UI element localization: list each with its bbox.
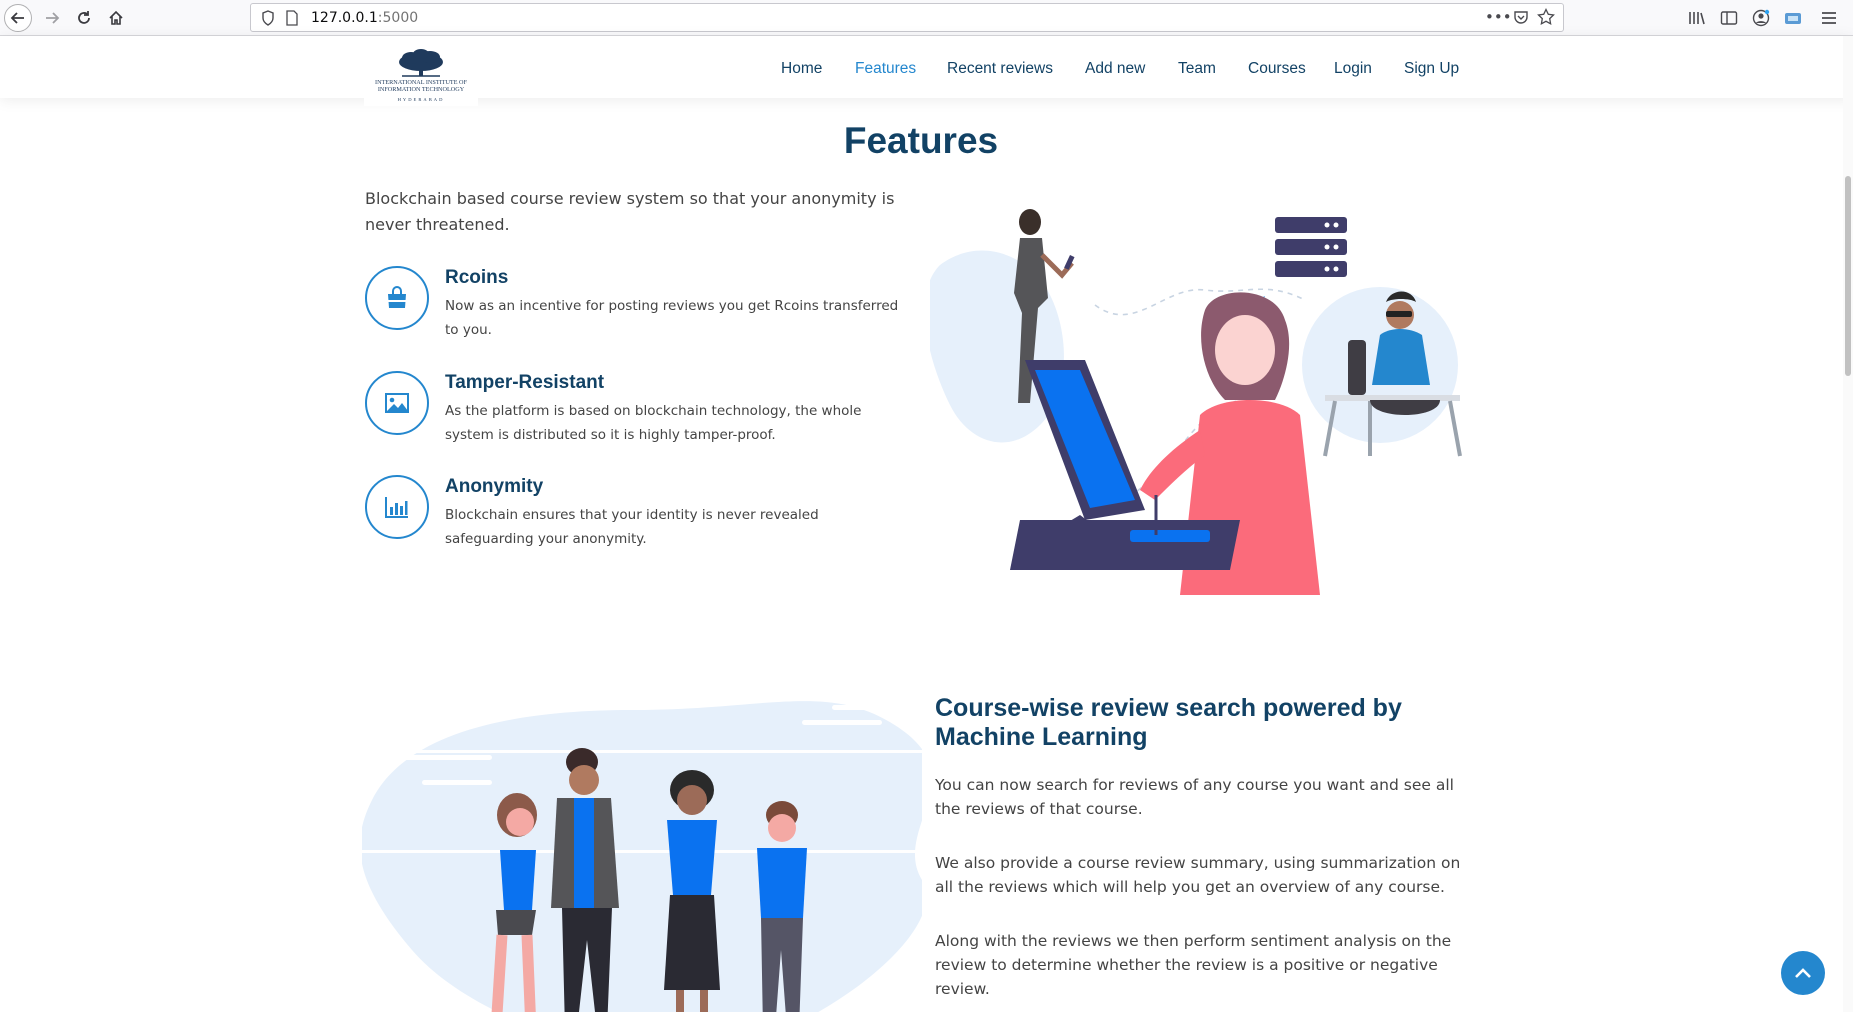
feature-title: Rcoins	[445, 267, 509, 288]
nav-recent-reviews[interactable]: Recent reviews	[947, 60, 1053, 78]
pocket-icon[interactable]	[1513, 9, 1529, 29]
forward-arrow-icon[interactable]	[38, 4, 66, 32]
feature-description: Blockchain ensures that your identity is…	[445, 507, 819, 547]
logo-line-2: INFORMATION TECHNOLOGY	[378, 86, 465, 93]
ml-paragraph: Along with the reviews we then perform s…	[935, 932, 1452, 998]
nav-home[interactable]: Home	[781, 60, 822, 78]
section-title: Features	[843, 120, 999, 161]
nav-team[interactable]: Team	[1178, 60, 1216, 78]
chevron-up-icon	[1795, 968, 1811, 978]
nav-sign-up[interactable]: Sign Up	[1404, 60, 1459, 78]
main-nav: Home Features Recent reviews Add new Tea…	[0, 60, 1853, 82]
site-header: INTERNATIONAL INSTITUTE OF INFORMATION T…	[0, 36, 1853, 106]
sidebar-icon[interactable]	[1718, 7, 1740, 29]
url-port: :5000	[377, 10, 419, 26]
team-illustration	[362, 690, 922, 1012]
extension-icon[interactable]	[1782, 7, 1804, 29]
feature-item: Anonymity Blockchain ensures that your i…	[365, 475, 905, 555]
feature-item: Rcoins Now as an incentive for posting r…	[365, 266, 905, 346]
features-intro: Blockchain based course review system so…	[365, 189, 895, 234]
ml-paragraph: We also provide a course review summary,…	[935, 854, 1461, 896]
bookmark-star-icon[interactable]	[1537, 7, 1555, 30]
home-icon[interactable]	[102, 4, 130, 32]
back-to-top-button[interactable]	[1781, 951, 1825, 995]
nav-add-new[interactable]: Add new	[1085, 60, 1145, 78]
page-icon[interactable]	[286, 10, 298, 30]
page-scrollbar[interactable]	[1843, 36, 1853, 1012]
ml-paragraph: You can now search for reviews of any co…	[935, 776, 1454, 818]
reload-icon[interactable]	[70, 4, 98, 32]
feature-description: Now as an incentive for posting reviews …	[445, 298, 899, 338]
logo-line-3: HYDERABAD	[398, 97, 445, 102]
nav-courses[interactable]: Courses	[1248, 60, 1306, 78]
nav-features[interactable]: Features	[855, 60, 916, 78]
shopping-bag-icon	[365, 266, 429, 330]
url-text: 127.0.0.1:5000	[311, 10, 418, 26]
browser-toolbar: 127.0.0.1:5000 •••	[0, 0, 1853, 36]
library-icon[interactable]	[1686, 7, 1708, 29]
image-icon	[365, 371, 429, 435]
nav-login[interactable]: Login	[1334, 60, 1372, 78]
address-bar[interactable]: 127.0.0.1:5000 •••	[250, 3, 1564, 32]
scrollbar-thumb[interactable]	[1845, 176, 1851, 376]
ml-section-title: Course-wise review search powered by Mac…	[935, 694, 1402, 751]
more-options-icon[interactable]: •••	[1485, 8, 1512, 26]
feature-item: Tamper-Resistant As the platform is base…	[365, 371, 905, 451]
feature-description: As the platform is based on blockchain t…	[445, 403, 862, 443]
feature-title: Anonymity	[445, 476, 544, 497]
shield-icon[interactable]	[261, 10, 275, 30]
account-icon[interactable]	[1750, 7, 1772, 29]
feature-title: Tamper-Resistant	[445, 372, 605, 393]
url-host: 127.0.0.1	[311, 10, 378, 26]
back-arrow-icon[interactable]	[4, 4, 32, 32]
features-illustration	[924, 200, 1490, 620]
menu-hamburger-icon[interactable]	[1818, 7, 1840, 29]
bar-chart-icon	[365, 475, 429, 539]
